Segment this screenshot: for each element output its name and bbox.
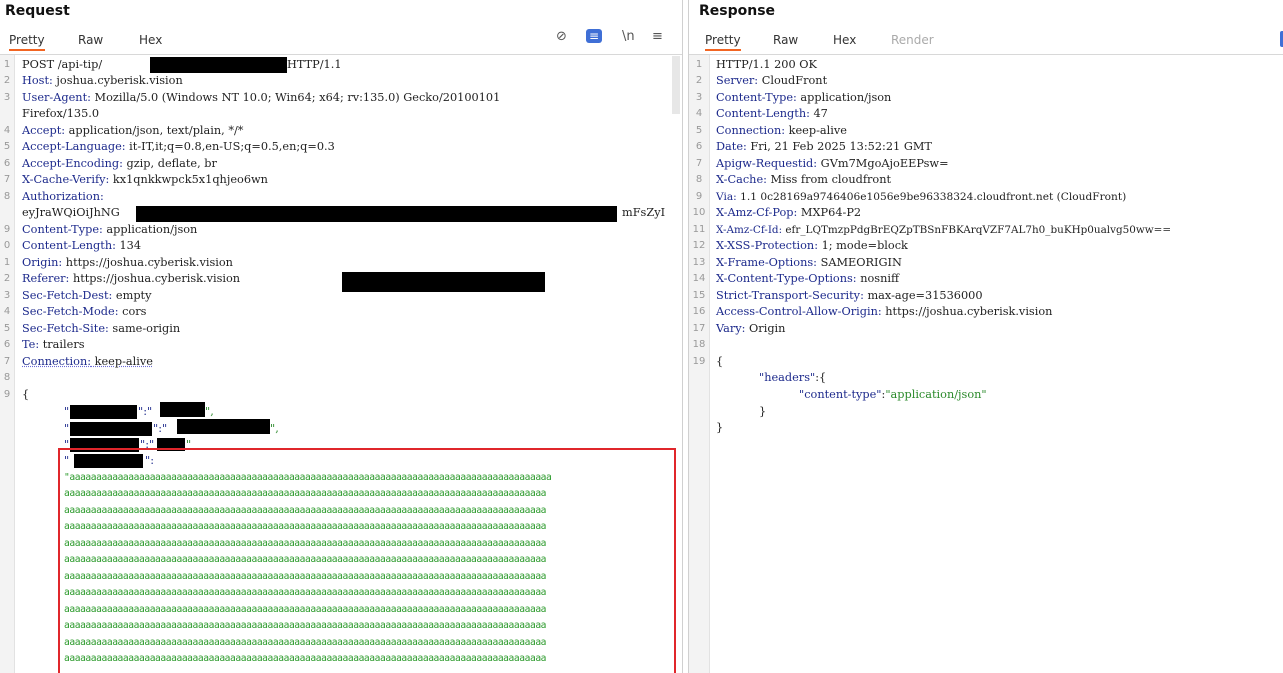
tab-raw[interactable]: Raw — [773, 33, 798, 47]
redaction-block — [150, 57, 287, 73]
payload-line: "aaaaaaaaaaaaaaaaaaaaaaaaaaaaaaaaaaaaaaa… — [64, 472, 552, 483]
response-tabs: Pretty Raw Hex Render — [689, 30, 1283, 55]
tab-pretty[interactable]: Pretty — [9, 33, 45, 51]
payload-line: aaaaaaaaaaaaaaaaaaaaaaaaaaaaaaaaaaaaaaaa… — [64, 521, 547, 532]
payload-line: aaaaaaaaaaaaaaaaaaaaaaaaaaaaaaaaaaaaaaaa… — [64, 505, 547, 516]
redaction-block — [136, 206, 617, 222]
menu-icon[interactable]: ≡ — [652, 29, 663, 44]
payload-line: aaaaaaaaaaaaaaaaaaaaaaaaaaaaaaaaaaaaaaaa… — [64, 653, 547, 664]
response-panel: Response Pretty Raw Hex Render 1 HTTP/1.1… — [688, 0, 1283, 673]
request-tabs: Pretty Raw Hex — [0, 30, 682, 55]
payload-line: aaaaaaaaaaaaaaaaaaaaaaaaaaaaaaaaaaaaaaaa… — [64, 604, 547, 615]
eye-slash-icon[interactable]: ⊘ — [556, 29, 567, 44]
payload-line: aaaaaaaaaaaaaaaaaaaaaaaaaaaaaaaaaaaaaaaa… — [64, 571, 547, 582]
redaction-block — [74, 454, 143, 468]
json-row-redacted: " — [64, 422, 70, 435]
payload-line: aaaaaaaaaaaaaaaaaaaaaaaaaaaaaaaaaaaaaaaa… — [64, 620, 547, 631]
json-headers-key: "headers":{ — [759, 371, 827, 384]
payload-line: aaaaaaaaaaaaaaaaaaaaaaaaaaaaaaaaaaaaaaaa… — [64, 538, 547, 549]
scrollbar[interactable] — [672, 56, 680, 114]
response-title: Response — [699, 3, 776, 19]
tab-hex[interactable]: Hex — [139, 33, 162, 47]
response-editor[interactable]: 1 HTTP/1.1 200 OK 2 Server: CloudFront 3 Co… — [689, 55, 1283, 673]
redaction-block — [70, 405, 137, 419]
payload-line: aaaaaaaaaaaaaaaaaaaaaaaaaaaaaaaaaaaaaaaa… — [64, 488, 547, 499]
tab-render[interactable]: Render — [891, 33, 934, 47]
redaction-block — [160, 402, 205, 417]
tab-hex[interactable]: Hex — [833, 33, 856, 47]
payload-line: aaaaaaaaaaaaaaaaaaaaaaaaaaaaaaaaaaaaaaaa… — [64, 587, 547, 598]
newline-icon[interactable]: \n — [622, 29, 635, 44]
request-editor[interactable]: 1 POST /api-tip/ HTTP/1.1 2 Host: joshua.c… — [0, 55, 682, 673]
json-close-outer: } — [716, 421, 724, 434]
json-content-type: "content-type":"application/json" — [799, 388, 987, 401]
json-row-redacted: " — [64, 454, 70, 467]
wrap-icon[interactable]: ≡ — [586, 29, 603, 43]
redaction-block — [342, 272, 545, 292]
tab-raw[interactable]: Raw — [78, 33, 103, 47]
request-panel: Request Pretty Raw Hex ⊘ ≡ \n ≡ 1 POST /a… — [0, 0, 683, 673]
tab-pretty[interactable]: Pretty — [705, 33, 741, 51]
request-title: Request — [5, 3, 70, 19]
json-row-redacted: " — [64, 405, 70, 418]
redaction-block — [177, 419, 270, 434]
payload-line: aaaaaaaaaaaaaaaaaaaaaaaaaaaaaaaaaaaaaaaa… — [64, 554, 547, 565]
redaction-block — [70, 422, 152, 436]
json-close-inner: } — [759, 405, 767, 418]
payload-line: aaaaaaaaaaaaaaaaaaaaaaaaaaaaaaaaaaaaaaaa… — [64, 637, 547, 648]
